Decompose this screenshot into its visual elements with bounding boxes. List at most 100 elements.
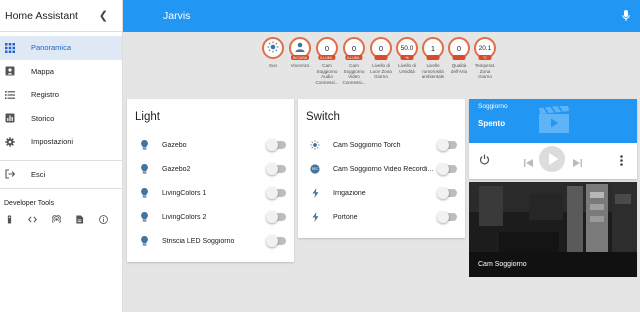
row-label[interactable]: Irrigazione (333, 190, 366, 197)
remote-icon[interactable] (5, 213, 28, 225)
code-icon[interactable] (28, 213, 51, 225)
flash-icon[interactable] (310, 188, 320, 198)
badge-sun[interactable]: Sun (261, 37, 285, 69)
badge-label: Livello rumorosità ambientale (421, 63, 445, 80)
toggle-switch[interactable] (266, 211, 286, 223)
toggle-switch[interactable] (437, 187, 457, 199)
badge-tag: % (400, 55, 414, 60)
light-row-gazebo2: Gazebo2 (127, 161, 294, 177)
switch-row-torch: Cam Soggiorno Torch (298, 137, 465, 153)
toggle-switch[interactable] (266, 163, 286, 175)
switch-card: Switch Cam Soggiorno Torch REC Cam Soggi… (298, 99, 465, 238)
list-icon (4, 89, 15, 100)
sun-icon[interactable] (310, 140, 320, 150)
app-title: Home Assistant (5, 9, 78, 22)
badge-label: Sun (268, 63, 278, 68)
bulb-icon[interactable] (139, 236, 149, 246)
light-row-livingcolors-2: LivingColors 2 (127, 209, 294, 225)
developer-tools-row (0, 213, 122, 225)
map-icon (4, 66, 15, 77)
sidebar-item-label: Registro (31, 90, 59, 100)
row-label[interactable]: Striscia LED Soggiorno (162, 238, 234, 245)
badge-tag: ILLUMI.. (345, 55, 363, 60)
badge-umidita[interactable]: 50.0% Livello di Umidità (395, 37, 419, 74)
sidebar-item-panoramica[interactable]: Panoramica (0, 36, 122, 60)
template-icon[interactable] (75, 213, 98, 225)
row-label[interactable]: LivingColors 1 (162, 190, 206, 197)
media-player-header: Soggiorno Spento (469, 99, 637, 143)
more-vert-icon[interactable] (620, 153, 623, 171)
badge-value: 0 (378, 43, 384, 53)
bulb-icon[interactable] (139, 164, 149, 174)
bulb-icon[interactable] (139, 140, 149, 150)
row-label[interactable]: Cam Soggiorno Video Recordi... (333, 166, 433, 173)
row-label[interactable]: Cam Soggiorno Torch (333, 142, 401, 149)
sidebar-item-registro[interactable]: Registro (0, 83, 122, 107)
badge-label: Livello di Umidità (398, 63, 416, 74)
microphone-icon[interactable] (622, 9, 630, 27)
sidebar-item-impostazioni[interactable]: Impostazioni (0, 130, 122, 154)
media-source: Soggiorno (478, 103, 508, 110)
sidebar-item-esci[interactable]: Esci (0, 163, 122, 187)
badge-value: 1 (430, 43, 436, 53)
sidebar-item-label: Panoramica (31, 43, 72, 53)
badge-label: Cam Soggiorno Audio Connessi... (315, 63, 339, 85)
info-icon[interactable] (98, 213, 122, 225)
light-row-gazebo: Gazebo (127, 137, 294, 153)
badge-temperatura[interactable]: 20.1 °C Temperat. Zona Giorno (473, 37, 497, 80)
badge-value: 0 (351, 43, 357, 53)
top-bar: Jarvis (123, 0, 640, 32)
badge-value: 0 (324, 43, 330, 53)
toggle-switch[interactable] (266, 235, 286, 247)
sidebar-item-label: Esci (31, 169, 46, 179)
switch-row-irrigazione: Irrigazione (298, 185, 465, 201)
media-player-card: Soggiorno Spento (469, 99, 637, 179)
chevron-left-icon[interactable]: ❮ (99, 9, 108, 22)
badge-tag (426, 55, 440, 60)
flash-icon[interactable] (310, 212, 320, 222)
logout-icon (4, 169, 15, 180)
media-state: Spento (478, 119, 506, 128)
sidebar-item-label: Mappa (31, 66, 54, 76)
switch-row-video-recording: REC Cam Soggiorno Video Recordi... (298, 161, 465, 177)
badge-qualita-aria[interactable]: 0 Qualità dell'Aria (447, 37, 471, 74)
sidebar-item-mappa[interactable]: Mappa (0, 60, 122, 84)
badge-label: Temperat. Zona Giorno (474, 63, 496, 80)
card-title: Light (135, 111, 160, 123)
sidebar-header: Home Assistant ❮ (0, 0, 122, 32)
signal-icon[interactable] (51, 213, 75, 225)
toggle-switch[interactable] (266, 139, 286, 151)
sidebar-item-label: Impostazioni (31, 137, 74, 147)
power-icon[interactable] (479, 152, 490, 170)
badge-tag (452, 55, 466, 60)
badge-livello-luce[interactable]: 0 Livello di Luce Zona Giorno (369, 37, 393, 80)
badge-audio-connessi[interactable]: 0 ILLUMI.. Cam Soggiorno Audio Connessi..… (315, 37, 339, 85)
bulb-icon[interactable] (139, 188, 149, 198)
toggle-switch[interactable] (437, 139, 457, 151)
light-card: Light Gazebo Gazebo2 LivingColors 1 Livi… (127, 99, 294, 262)
bulb-icon[interactable] (139, 212, 149, 222)
row-label[interactable]: Gazebo (162, 142, 187, 149)
next-track-icon[interactable] (573, 154, 582, 172)
badge-label: Vincenzo (290, 63, 310, 68)
row-label[interactable]: Gazebo2 (162, 166, 190, 173)
badge-label: Livello di Luce Zona Giorno (370, 63, 392, 80)
toggle-switch[interactable] (437, 211, 457, 223)
card-title: Switch (306, 111, 340, 123)
row-label[interactable]: Portone (333, 214, 358, 221)
badge-vincenzo[interactable]: IN CASA Vincenzo (288, 37, 312, 69)
play-icon[interactable] (539, 146, 565, 177)
video-icon[interactable]: REC (310, 164, 320, 174)
badge-rumorosita[interactable]: 1 Livello rumorosità ambientale (421, 37, 445, 80)
sun-icon (267, 41, 279, 55)
page-title: Jarvis (163, 10, 191, 22)
previous-track-icon[interactable] (524, 154, 533, 172)
sidebar-item-storico[interactable]: Storico (0, 107, 122, 131)
row-label[interactable]: LivingColors 2 (162, 214, 206, 221)
badge-value: 0 (456, 43, 462, 53)
camera-card[interactable]: Cam Soggiorno (469, 182, 637, 277)
toggle-switch[interactable] (437, 163, 457, 175)
toggle-switch[interactable] (266, 187, 286, 199)
badge-video-connessi[interactable]: 0 ILLUMI.. Cam Soggiorno Video Connessi..… (342, 37, 366, 85)
badge-value: 20.1 (478, 44, 492, 52)
